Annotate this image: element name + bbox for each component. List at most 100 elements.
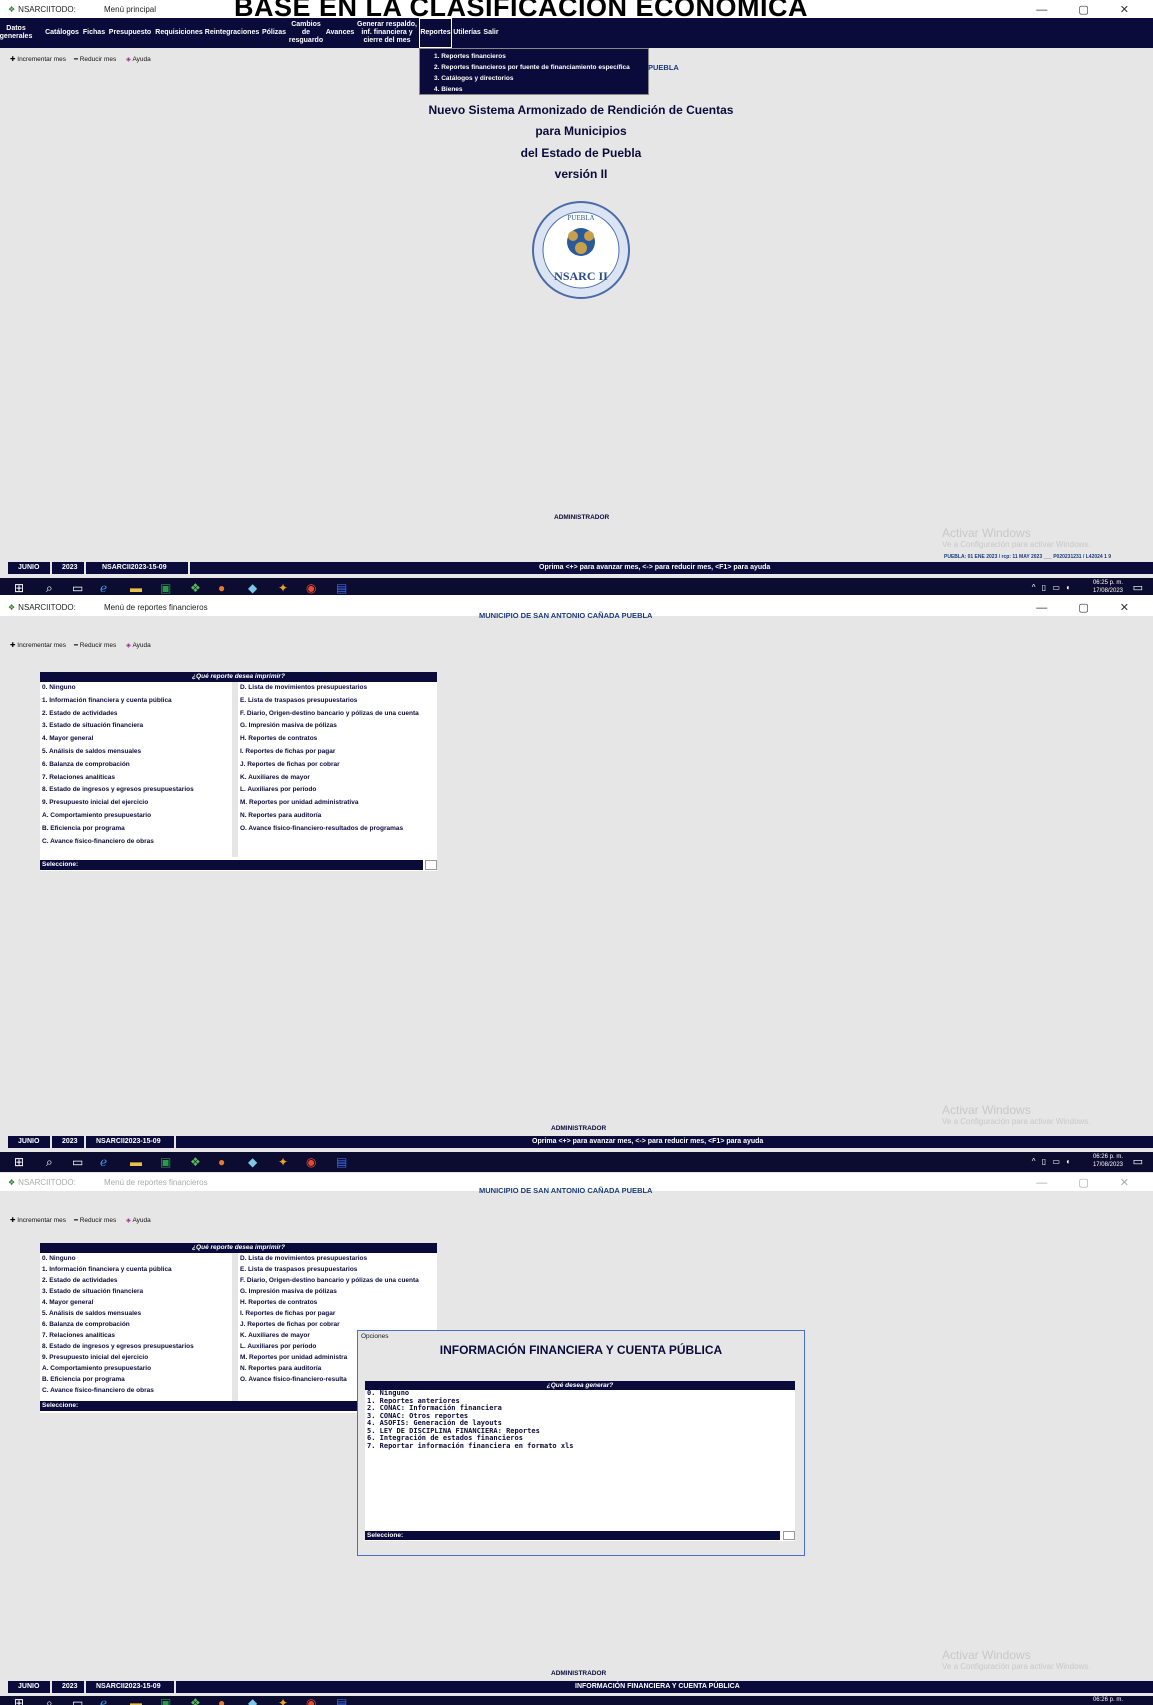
report-option[interactable]: C. Avance físico-financiero de obras [40,836,232,849]
increment-month-button[interactable]: ✚ Incrementar mes [10,1216,66,1224]
report-option[interactable]: 6. Balanza de comprobación [40,1319,232,1330]
taskbar-clock[interactable]: 06:26 p. m. [1093,1696,1123,1704]
word-icon[interactable]: ▤ [336,1155,347,1169]
report-option[interactable]: G. Impresión masiva de pólizas [238,720,437,733]
windows-start-icon[interactable]: ⊞ [14,1155,24,1169]
reduce-month-button[interactable]: ━ Reducir mes [74,641,116,649]
dropdown-item-catalogos[interactable]: 3. Catálogos y directorios [434,73,648,84]
select-input[interactable] [425,860,437,870]
app-icon-blue[interactable]: ◆ [248,581,257,595]
report-option[interactable]: B. Eficiencia por programa [40,823,232,836]
taskbar-clock[interactable]: 06:26 p. m. 17/08/2023 [1093,1153,1123,1169]
report-option[interactable]: 4. Mayor general [40,1297,232,1308]
report-option[interactable]: 9. Presupuesto inicial del ejercicio [40,1352,232,1363]
menu-generar-respaldo[interactable]: Generar respaldo, inf. financiera y cier… [357,18,417,48]
edge-icon[interactable]: ℯ [100,1696,107,1705]
menu-polizas[interactable]: Pólizas [261,18,287,48]
dialog-select-input[interactable] [783,1531,795,1540]
window-controls[interactable]: — ▢ ✕ [1036,3,1143,16]
excel-icon[interactable]: ▣ [160,1696,171,1705]
file-explorer-icon[interactable]: ▬ [130,1696,142,1705]
edge-icon[interactable]: ℯ [100,581,107,595]
app-icon-orange[interactable]: ✦ [278,1696,288,1705]
excel-icon[interactable]: ▣ [160,1155,171,1169]
report-option[interactable]: A. Comportamiento presupuestario [40,810,232,823]
report-option[interactable]: L. Auxiliares por período [238,784,437,797]
file-explorer-icon[interactable]: ▬ [130,581,142,595]
menu-fichas[interactable]: Fichas [82,18,106,48]
increment-month-button[interactable]: ✚ Incrementar mes [10,641,66,649]
report-option[interactable]: O. Avance físico-financiero-resultados d… [238,823,437,836]
app-icon-blue[interactable]: ◆ [248,1155,257,1169]
task-view-icon[interactable]: ▭ [72,1696,83,1705]
system-tray-icons[interactable]: ^ ▯ ▭ ◐ [1032,1157,1073,1166]
report-option[interactable]: 1. Información financiera y cuenta públi… [40,1264,232,1275]
firefox-icon[interactable]: ● [218,581,225,595]
search-icon[interactable]: ⌕ [46,581,53,595]
menu-requisiciones[interactable]: Requisiciones [154,18,204,48]
report-option[interactable]: M. Reportes por unidad administrativa [238,797,437,810]
report-option[interactable]: 0. Ninguno [40,1253,232,1264]
report-option[interactable]: 3. Estado de situación financiera [40,1286,232,1297]
menu-cambios-resguardo[interactable]: Cambios de resguardo [287,18,325,48]
report-option[interactable]: 8. Estado de ingresos y egresos presupue… [40,1341,232,1352]
nsarc-app-icon[interactable]: ❖ [190,1155,201,1169]
menu-catalogos[interactable]: Catálogos [44,18,80,48]
increment-month-button[interactable]: ✚ Incrementar mes [10,55,66,63]
report-option[interactable]: N. Reportes para auditoría [238,810,437,823]
report-option[interactable]: 9. Presupuesto inicial del ejercicio [40,797,232,810]
report-option[interactable]: 0. Ninguno [40,682,232,695]
menu-presupuesto[interactable]: Presupuesto [108,18,152,48]
report-option[interactable]: 5. Análisis de saldos mensuales [40,1308,232,1319]
report-option[interactable]: I. Reportes de fichas por pagar [238,1308,437,1319]
report-option[interactable]: 6. Balanza de comprobación [40,759,232,772]
task-view-icon[interactable]: ▭ [72,1155,83,1169]
report-option[interactable]: H. Reportes de contratos [238,733,437,746]
window-controls[interactable]: — ▢ ✕ [1036,601,1143,614]
app-icon-blue[interactable]: ◆ [248,1696,257,1705]
firefox-icon[interactable]: ● [218,1155,225,1169]
report-option[interactable]: I. Reportes de fichas por pagar [238,746,437,759]
report-option[interactable]: 3. Estado de situación financiera [40,720,232,733]
dropdown-item-bienes[interactable]: 4. Bienes [434,84,648,95]
word-icon[interactable]: ▤ [336,581,347,595]
chrome-icon[interactable]: ◉ [306,1155,316,1169]
report-option[interactable]: F. Diario, Origen-destino bancario y pól… [238,708,437,721]
task-view-icon[interactable]: ▭ [72,581,83,595]
report-option[interactable]: H. Reportes de contratos [238,1297,437,1308]
app-icon-orange[interactable]: ✦ [278,581,288,595]
report-option[interactable]: 2. Estado de actividades [40,1275,232,1286]
chrome-icon[interactable]: ◉ [306,1696,316,1705]
app-icon-orange[interactable]: ✦ [278,1155,288,1169]
excel-icon[interactable]: ▣ [160,581,171,595]
file-explorer-icon[interactable]: ▬ [130,1155,142,1169]
help-button[interactable]: ◈ Ayuda [126,55,151,63]
dialog-option[interactable]: 7. Reportar información financiera en fo… [365,1442,795,1451]
taskbar-clock[interactable]: 06:25 p. m. 17/08/2023 [1093,579,1123,595]
notification-icon[interactable]: ▭ [1133,1155,1143,1168]
word-icon[interactable]: ▤ [336,1696,347,1705]
report-option[interactable]: J. Reportes de fichas por cobrar [238,759,437,772]
search-icon[interactable]: ⌕ [46,1696,53,1705]
menu-avances[interactable]: Avances [325,18,355,48]
menu-datos-generales[interactable]: Datos generales [0,18,32,48]
report-option[interactable]: A. Comportamiento presupuestario [40,1363,232,1374]
menu-reintegraciones[interactable]: Reintegraciones [205,18,259,48]
report-option[interactable]: J. Reportes de fichas por cobrar [238,1319,437,1330]
report-option[interactable]: K. Auxiliares de mayor [238,772,437,785]
report-option[interactable]: E. Lista de traspasos presupuestarios [238,695,437,708]
report-option[interactable]: 2. Estado de actividades [40,708,232,721]
report-option[interactable]: 1. Información financiera y cuenta públi… [40,695,232,708]
report-option[interactable]: F. Diario, Origen-destino bancario y pól… [238,1275,437,1286]
help-button[interactable]: ◈ Ayuda [126,1216,151,1224]
report-option[interactable]: D. Lista de movimientos presupuestarios [238,682,437,695]
menu-utilerias[interactable]: Utilerías [453,18,481,48]
report-option[interactable]: 4. Mayor general [40,733,232,746]
notification-icon[interactable]: ▭ [1133,581,1143,594]
edge-icon[interactable]: ℯ [100,1155,107,1169]
report-option[interactable]: 5. Análisis de saldos mensuales [40,746,232,759]
search-icon[interactable]: ⌕ [46,1155,53,1170]
report-option[interactable]: 7. Relaciones analíticas [40,1330,232,1341]
window-controls[interactable]: — ▢ ✕ [1036,1176,1143,1189]
nsarc-app-icon[interactable]: ❖ [190,1696,201,1705]
